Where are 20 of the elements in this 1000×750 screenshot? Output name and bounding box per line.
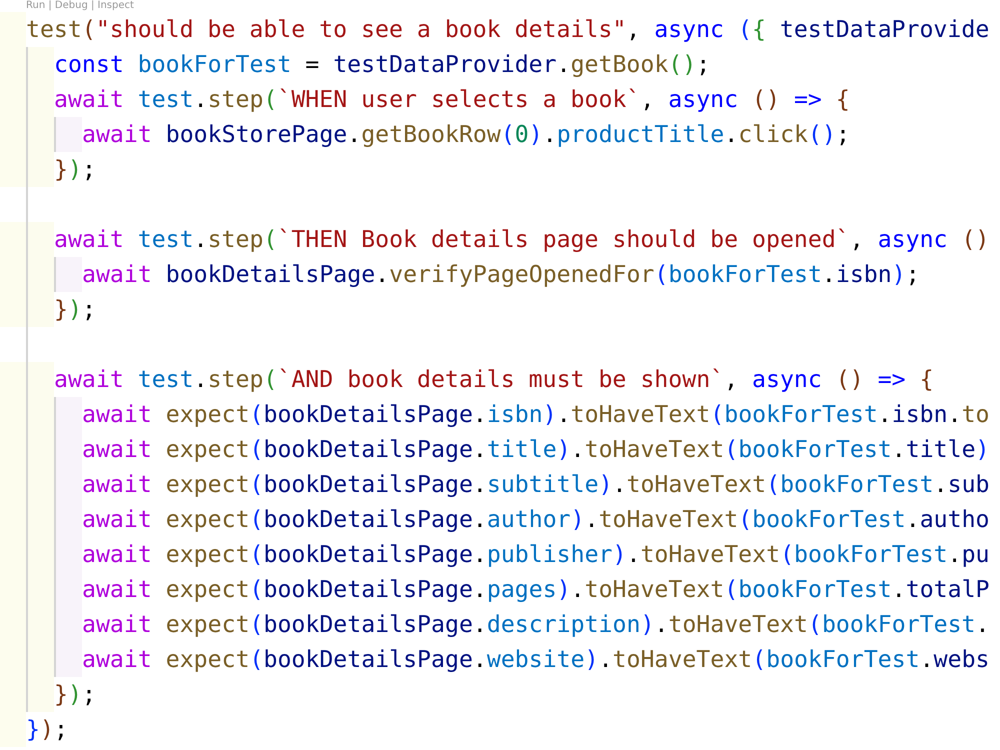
code-line: await expect(bookDetailsPage.author).toHaveText(bookForTest.autho [0, 502, 990, 537]
code-lens[interactable]: Run | Debug | Inspect [26, 0, 134, 12]
code-line: await expect(bookDetailsPage.description).toHaveText(bookForTest. [0, 607, 990, 642]
code-line: }); [0, 712, 68, 747]
code-line: await test.step(`WHEN user selects a book`, async () => { [0, 82, 850, 117]
code-line: await expect(bookDetailsPage.website).toHaveText(bookForTest.webs [0, 642, 990, 677]
code-line: await expect(bookDetailsPage.subtitle).toHaveText(bookForTest.sub [0, 467, 990, 502]
code-line: }); [0, 292, 96, 327]
code-line: const bookForTest = testDataProvider.getBook(); [0, 47, 710, 82]
code-line: await bookStorePage.getBookRow(0).productTitle.click(); [0, 117, 850, 152]
code-line: await expect(bookDetailsPage.publisher).toHaveText(bookForTest.pu [0, 537, 990, 572]
code-line: await expect(bookDetailsPage.pages).toHaveText(bookForTest.totalP [0, 572, 990, 607]
code-line: await test.step(`THEN Book details page should be opened`, async () [0, 222, 990, 257]
code-line: }); [0, 152, 96, 187]
code-line: await test.step(`AND book details must be shown`, async () => { [0, 362, 934, 397]
code-line: }); [0, 677, 96, 712]
code-line: await expect(bookDetailsPage.isbn).toHaveText(bookForTest.isbn.to [0, 397, 990, 432]
code-line: test("should be able to see a book details", async ({ testDataProvide [0, 12, 990, 47]
code-line: await bookDetailsPage.verifyPageOpenedFor(bookForTest.isbn); [0, 257, 920, 292]
code-line: await expect(bookDetailsPage.title).toHaveText(bookForTest.title) [0, 432, 990, 467]
